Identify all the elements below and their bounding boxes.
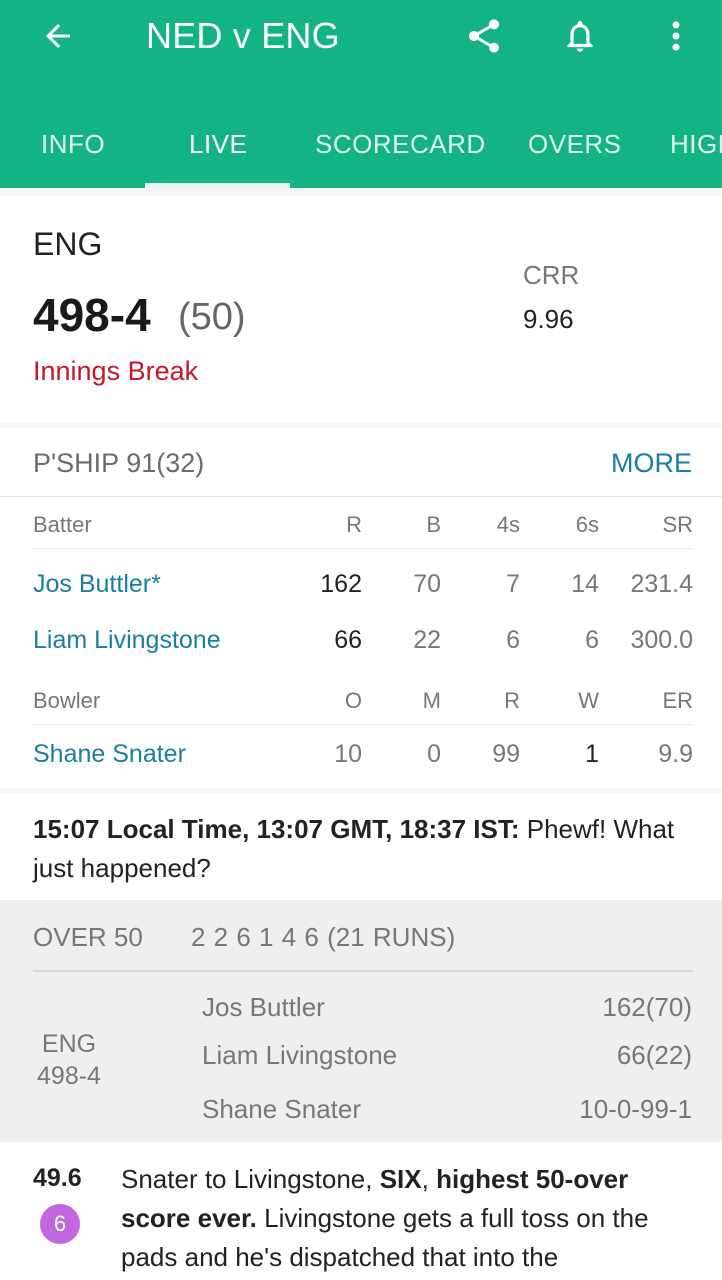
divider (33, 548, 693, 549)
over-player-value: 66(22) (616, 1040, 692, 1070)
note-time: 15:07 Local Time, 13:07 GMT, 18:37 IST: (33, 814, 520, 844)
col-maidens: M (422, 688, 441, 713)
batter-name[interactable]: Liam Livingstone (33, 626, 221, 655)
bowler-wickets: 1 (585, 740, 599, 768)
over-balls: 2 2 6 1 4 6 (21 RUNS) (191, 922, 456, 952)
six-badge: 6 (40, 1204, 80, 1244)
tab-overs[interactable]: OVERS (528, 100, 622, 188)
over-player-value: 10-0-99-1 (579, 1094, 692, 1124)
over-summary: OVER 50 2 2 6 1 4 6 (21 RUNS) ENG 498-4 … (0, 900, 722, 1142)
divider (33, 970, 693, 972)
batter-balls: 70 (413, 570, 441, 598)
partnership: P'SHIP 91(32) (33, 448, 204, 479)
batter-fours: 7 (506, 570, 520, 598)
divider (0, 496, 722, 497)
share-icon (469, 19, 499, 53)
col-sixes: 6s (575, 512, 599, 537)
more-vert-icon (672, 21, 680, 51)
bowler-name[interactable]: Shane Snater (33, 740, 186, 769)
col-strike-rate: SR (662, 512, 693, 537)
ball-text-bold: SIX (379, 1164, 422, 1194)
toolbar: NED v ENG (0, 0, 722, 76)
ball-text-part: Snater to Livingstone, (121, 1164, 380, 1194)
col-fours: 4s (496, 512, 520, 537)
tab-scorecard[interactable]: SCORECARD (315, 100, 486, 188)
col-overs: O (344, 688, 362, 713)
crr-value: 9.96 (523, 304, 574, 334)
batter-strike-rate: 231.4 (630, 570, 693, 598)
tab-highlights[interactable]: HIGHLIGHTS (670, 100, 722, 188)
col-bowler: Bowler (33, 688, 101, 713)
ball-number: 49.6 (33, 1164, 82, 1192)
ball-text: Snater to Livingstone, SIX, highest 50-o… (121, 1160, 691, 1277)
over-player-value: 162(70) (602, 992, 692, 1022)
partnership-value: 91(32) (126, 448, 205, 478)
over-player-name: Liam Livingstone (202, 1040, 398, 1070)
bowler-runs: 99 (492, 740, 520, 768)
app-bar: NED v ENG INFO LIVE SCORECARD OVERS HIGH… (0, 0, 722, 188)
batter-sixes: 6 (585, 626, 599, 654)
team-overs: (50) (178, 296, 246, 338)
batter-runs: 162 (320, 570, 362, 598)
note-text: 15:07 Local Time, 13:07 GMT, 18:37 IST: … (33, 810, 693, 888)
col-balls: B (426, 512, 441, 537)
score-card: ENG 498-4 (50) Innings Break CRR 9.96 (0, 196, 722, 422)
over-player-name: Shane Snater (202, 1094, 362, 1124)
bell-icon (567, 20, 593, 52)
batter-fours: 6 (506, 626, 520, 654)
over-team: ENG 498-4 (33, 1028, 105, 1092)
ball-text-part: , (421, 1164, 437, 1194)
back-button[interactable] (36, 14, 80, 58)
partnership-label: P'SHIP (33, 448, 119, 478)
share-button[interactable] (462, 14, 506, 58)
team-score: 498-4 (33, 289, 151, 341)
over-label: OVER 50 (33, 922, 143, 952)
batter-strike-rate: 300.0 (630, 626, 693, 654)
notification-button[interactable] (558, 14, 602, 58)
bowler-maidens: 0 (427, 740, 441, 768)
ball-commentary: 49.6 6 Snater to Livingstone, SIX, highe… (0, 1142, 722, 1280)
col-economy: ER (662, 688, 693, 713)
col-wickets: W (578, 688, 599, 713)
commentary-note: 15:07 Local Time, 13:07 GMT, 18:37 IST: … (0, 794, 722, 900)
col-runs: R (346, 512, 362, 537)
tab-indicator (145, 183, 290, 188)
over-team-score: 498-4 (37, 1062, 101, 1090)
batting-team: ENG (33, 226, 103, 262)
batter-sixes: 14 (571, 570, 599, 598)
over-team-name: ENG (41, 1030, 97, 1058)
more-link[interactable]: MORE (611, 448, 692, 479)
tab-bar: INFO LIVE SCORECARD OVERS HIGHLIGHTS (0, 100, 722, 188)
over-line-item: Liam Livingstone 66(22) (202, 1040, 692, 1071)
crr-label: CRR (523, 260, 580, 290)
over-line-item: Jos Buttler 162(70) (202, 992, 692, 1023)
divider (33, 724, 693, 725)
tab-live[interactable]: LIVE (189, 100, 247, 188)
col-batter: Batter (33, 512, 92, 537)
arrow-left-icon (46, 24, 70, 48)
app: NED v ENG INFO LIVE SCORECARD OVERS HIGH… (0, 0, 722, 1280)
overflow-menu-button[interactable] (654, 14, 698, 58)
over-player-name: Jos Buttler (202, 992, 325, 1022)
match-title: NED v ENG (146, 15, 340, 56)
batter-balls: 22 (413, 626, 441, 654)
players-card: P'SHIP 91(32) MORE Batter R B 4s 6s SR J… (0, 428, 722, 788)
batter-name[interactable]: Jos Buttler* (33, 570, 161, 599)
tab-info[interactable]: INFO (41, 100, 105, 188)
over-line-item: Shane Snater 10-0-99-1 (202, 1094, 692, 1125)
bowler-overs: 10 (334, 740, 362, 768)
match-status: Innings Break (33, 356, 199, 386)
batter-runs: 66 (334, 626, 362, 654)
bowler-economy: 9.9 (658, 740, 693, 768)
col-runs-conceded: R (504, 688, 520, 713)
